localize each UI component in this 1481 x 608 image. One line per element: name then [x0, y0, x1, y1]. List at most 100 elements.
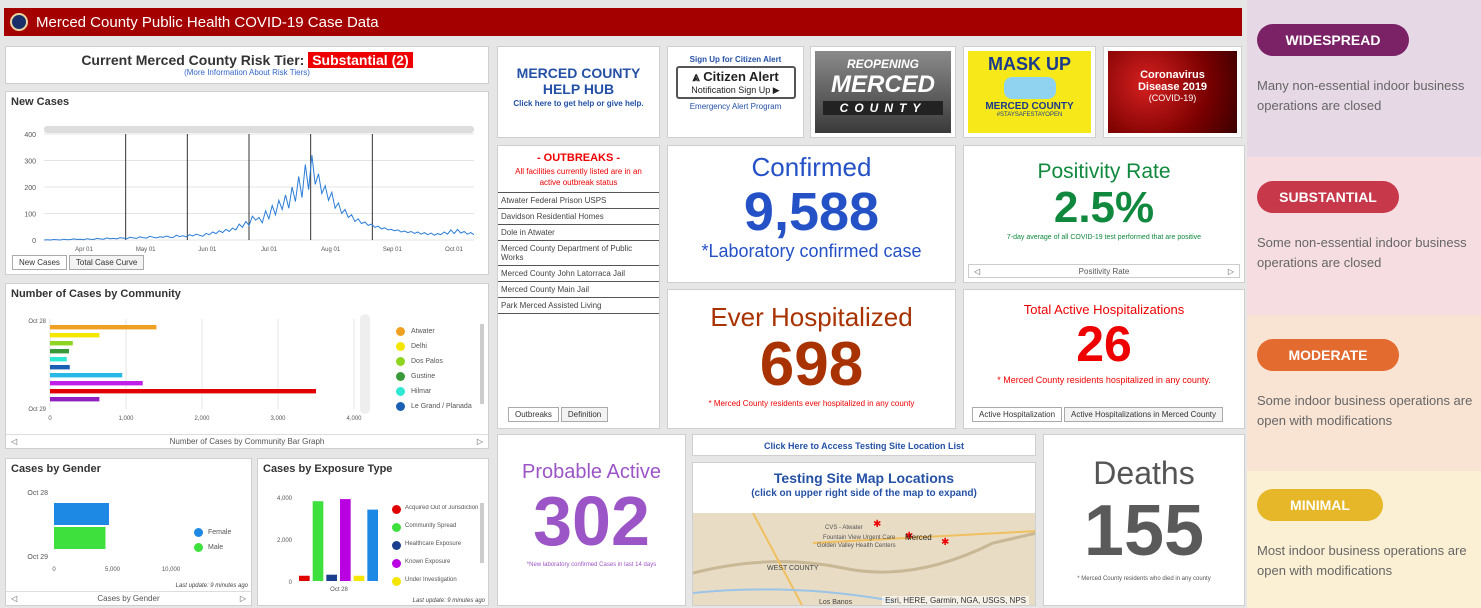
legend-label: Known Exposure — [405, 559, 451, 565]
legend-dot-icon — [396, 387, 405, 396]
reopening-merced-tile[interactable]: REOPENING MERCED COUNTY — [810, 46, 956, 138]
map-label-los-banos: Los Banos — [819, 599, 853, 606]
legend-label: Under Investigation — [405, 577, 457, 583]
x-tick-label: 3,000 — [270, 416, 286, 422]
community-chart: Oct 28 Oct 290 1,000 2,000 3,000 4,000 — [28, 319, 362, 422]
community-panel: Number of Cases by Community Oct 28 Oct 2… — [5, 283, 489, 449]
tier-button-substantial[interactable]: SUBSTANTIAL — [1257, 181, 1399, 213]
community-footer: Number of Cases by Community Bar Graph — [169, 437, 325, 446]
testing-link[interactable]: Click Here to Access Testing Site Locati… — [693, 441, 1035, 451]
gender-footer: Cases by Gender — [97, 594, 160, 603]
risk-tier-label: Current Merced County Risk Tier: — [81, 52, 305, 68]
map-label-cvs: CVS - Atwater — [825, 525, 863, 531]
positivity-value: 2.5% — [1053, 183, 1155, 232]
outbreak-list-item[interactable]: Davidson Residential Homes — [498, 209, 659, 225]
positivity-footer: Positivity Rate — [1078, 266, 1130, 276]
legend-item: Male — [194, 540, 231, 555]
legend-label: Acquired Out of Jurisdiction — [405, 505, 479, 511]
tab-active-hospitalization[interactable]: Active Hospitalization — [972, 407, 1063, 422]
map-marker-icon[interactable]: ✱ — [941, 537, 949, 548]
x-tick-label: Oct 28 — [330, 587, 348, 593]
legend-dot-icon — [194, 543, 203, 552]
active-hosp-title: Total Active Hospitalizations — [1023, 302, 1185, 317]
legend-dot-icon — [392, 577, 401, 586]
risk-tier-link[interactable]: (More Information About Risk Tiers) — [6, 68, 488, 77]
legend-scrollbar[interactable] — [480, 503, 484, 563]
range-slider — [44, 126, 474, 133]
outbreak-list-item[interactable]: Park Merced Assisted Living — [498, 298, 659, 314]
x-tick-label: Jun 01 — [198, 247, 217, 253]
outbreak-list-item[interactable]: Atwater Federal Prison USPS — [498, 193, 659, 209]
next-arrow-icon[interactable]: ▷ — [1228, 267, 1234, 276]
citizen-alert-name: Citizen Alert — [703, 69, 779, 84]
help-hub-tile[interactable]: MERCED COUNTY HELP HUB Click here to get… — [497, 46, 660, 138]
x-tick-label: Sep 01 — [383, 247, 403, 253]
prev-arrow-icon[interactable]: ◁ — [11, 594, 17, 603]
hospitalized-value: 698 — [759, 330, 864, 399]
coronavirus-tile[interactable]: Coronavirus Disease 2019 (COVID-19) — [1103, 46, 1242, 138]
mask-up-line3: #STAYSAFESTAYOPEN — [996, 112, 1063, 118]
legend-scrollbar[interactable] — [480, 324, 484, 404]
legend-label: Male — [208, 544, 224, 551]
next-arrow-icon[interactable]: ▷ — [477, 437, 483, 446]
tab-total-case-curve[interactable]: Total Case Curve — [68, 255, 145, 270]
legend-label: Delhi — [411, 343, 427, 350]
gender-legend: Female Male — [194, 525, 231, 555]
prev-arrow-icon[interactable]: ◁ — [11, 437, 17, 446]
outbreaks-list: Atwater Federal Prison USPS Davidson Resi… — [498, 192, 659, 314]
tier-button-minimal[interactable]: MINIMAL — [1257, 489, 1383, 521]
citizen-alert-top: Sign Up for Citizen Alert — [689, 55, 782, 64]
confirmed-title: Confirmed — [751, 152, 872, 182]
new-cases-panel: New Cases 400 300 200 100 0 Apr 01 May 01 Jun 0… — [5, 91, 489, 275]
deaths-panel: Deaths 155 * Merced County residents who… — [1043, 434, 1245, 606]
exposure-bar — [353, 575, 365, 581]
community-bar — [50, 357, 67, 362]
probable-value: 302 — [533, 482, 650, 560]
community-bar — [50, 381, 143, 386]
county-seal-icon — [10, 13, 28, 31]
gender-chart: Oct 28 Oct 29 0 5,000 10,000 — [27, 490, 180, 573]
corona-line2: Disease 2019 — [1137, 81, 1208, 93]
y-tick-label: 100 — [24, 212, 36, 219]
probable-title: Probable Active — [522, 461, 661, 483]
tier-button-widespread[interactable]: WIDESPREAD — [1257, 24, 1409, 56]
community-legend: Atwater Delhi Dos Palos Gustine Hilmar Le Gra… — [396, 324, 472, 414]
testing-map[interactable]: ✱ ✱ ✱ Merced CVS - Atwater Fountain View… — [693, 513, 1035, 606]
legend-item: Gustine — [396, 369, 472, 384]
outbreak-list-item[interactable]: Merced County Main Jail — [498, 282, 659, 298]
legend-item: Hilmar — [396, 384, 472, 399]
outbreaks-title: - OUTBREAKS - — [536, 152, 621, 164]
mask-up-tile[interactable]: MASK UP MERCED COUNTY #STAYSAFESTAYOPEN — [963, 46, 1096, 138]
tab-active-hosp-merced[interactable]: Active Hospitalizations in Merced County — [1064, 407, 1223, 422]
x-tick-label: Oct 01 — [445, 247, 463, 253]
gender-updated: Last update: 9 minutes ago — [175, 583, 248, 589]
prev-arrow-icon[interactable]: ◁ — [974, 267, 980, 276]
next-arrow-icon[interactable]: ▷ — [240, 594, 246, 603]
outbreak-list-item[interactable]: Merced County Department of Public Works — [498, 241, 659, 266]
positivity-title: Positivity Rate — [1037, 160, 1171, 183]
legend-item: Acquired Out of Jurisdiction — [392, 505, 480, 523]
testing-link-tile[interactable]: Click Here to Access Testing Site Locati… — [692, 434, 1036, 456]
tier-button-moderate[interactable]: MODERATE — [1257, 339, 1399, 371]
citizen-alert-tile[interactable]: Sign Up for Citizen Alert ⩓ Citizen Aler… — [667, 46, 804, 138]
risk-tiers-sidebar: WIDESPREAD Many non-essential indoor busi… — [1247, 0, 1481, 608]
exposure-bar — [299, 575, 310, 581]
tab-new-cases[interactable]: New Cases — [12, 255, 67, 270]
tier-block-substantial: SUBSTANTIAL Some non-essential indoor bus… — [1247, 157, 1481, 315]
community-scrollbar[interactable] — [360, 314, 370, 414]
map-marker-icon[interactable]: ✱ — [873, 519, 881, 530]
corona-line1: Coronavirus — [1140, 69, 1205, 81]
tier-description: Some indoor business operations are open… — [1257, 393, 1473, 428]
legend-item: Dos Palos — [396, 354, 472, 369]
help-hub-title: MERCED COUNTY HELP HUB — [516, 65, 641, 97]
outbreak-list-item[interactable]: Dole in Atwater — [498, 225, 659, 241]
deaths-title: Deaths — [1093, 455, 1195, 491]
tab-definition[interactable]: Definition — [560, 407, 609, 422]
outbreak-list-item[interactable]: Merced County John Latorraca Jail — [498, 266, 659, 282]
tab-outbreaks[interactable]: Outbreaks — [508, 407, 559, 422]
community-bar — [50, 397, 100, 402]
x-tick-label: May 01 — [136, 247, 156, 253]
reopening-line3: COUNTY — [823, 101, 943, 115]
mask-up-line2: MERCED COUNTY — [985, 101, 1074, 112]
testing-map-title: Testing Site Map Locations — [773, 470, 955, 486]
